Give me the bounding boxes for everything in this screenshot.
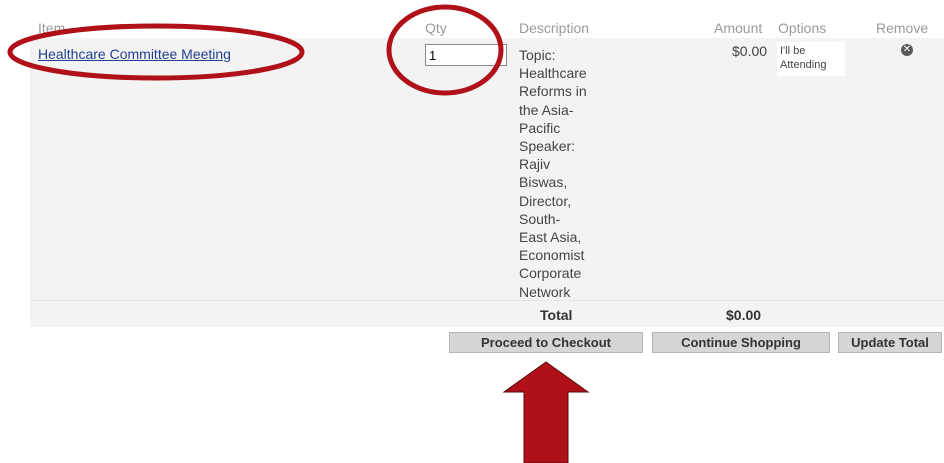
description-line: South-: [519, 210, 561, 227]
description-line: the Asia-: [519, 101, 574, 118]
item-name-link[interactable]: Healthcare Committee Meeting: [38, 46, 231, 62]
description-line: Healthcare: [519, 65, 587, 82]
header-remove: Remove: [876, 20, 929, 36]
continue-shopping-button[interactable]: Continue Shopping: [652, 332, 830, 353]
total-label: Total: [540, 307, 573, 323]
proceed-to-checkout-button[interactable]: Proceed to Checkout: [449, 332, 643, 353]
description-line: Network: [519, 283, 571, 300]
cart-header-row: Item Qty Description Amount Options Remo…: [30, 0, 944, 38]
option-line: I'll be: [780, 45, 806, 57]
description-line: Economist: [519, 247, 585, 264]
header-options: Options: [778, 20, 827, 36]
description-line: Biswas,: [519, 174, 568, 191]
description-line: Corporate: [519, 265, 582, 282]
remove-icon[interactable]: ✕: [901, 44, 913, 56]
description-line: Reforms in: [519, 83, 587, 100]
cart-item-row: Healthcare Committee Meeting Topic: Heal…: [30, 38, 944, 300]
item-options[interactable]: I'll be Attending: [777, 42, 845, 76]
annotation-up-arrow-icon: [502, 361, 590, 463]
item-description: Topic: Healthcare Reforms in the Asia- P…: [519, 46, 609, 301]
item-amount: $0.00: [732, 43, 768, 59]
quantity-input[interactable]: [425, 44, 507, 66]
description-line: Topic:: [519, 47, 556, 63]
description-line: Pacific: [519, 119, 561, 136]
description-line: East Asia,: [519, 229, 582, 246]
description-line: Rajiv: [519, 156, 551, 173]
total-value: $0.00: [726, 307, 762, 323]
header-qty: Qty: [425, 20, 447, 36]
description-line: Director,: [519, 192, 572, 209]
header-amount: Amount: [714, 20, 763, 36]
description-line: Speaker:: [519, 138, 576, 155]
header-description: Description: [519, 20, 590, 36]
cart-total-row: Total $0.00: [30, 300, 944, 327]
option-line: Attending: [780, 59, 827, 71]
update-total-button[interactable]: Update Total: [838, 332, 942, 353]
header-item: Item: [38, 20, 66, 36]
